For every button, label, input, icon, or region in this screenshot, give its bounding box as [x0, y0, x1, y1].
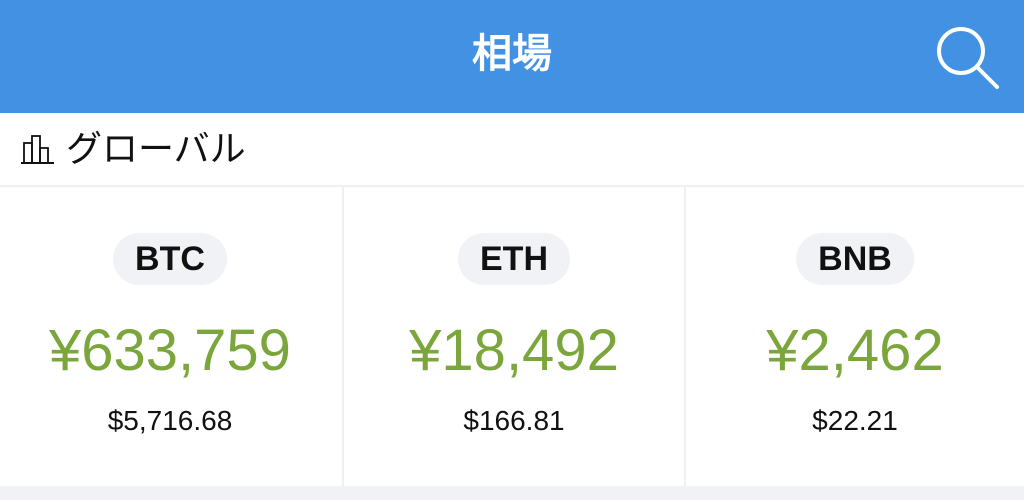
ticker-jpy-price: ¥633,759 [49, 318, 291, 383]
ticker-symbol: BTC [113, 233, 227, 285]
search-button[interactable] [928, 20, 1008, 94]
ticker-card-btc[interactable]: BTC ¥633,759 $5,716.68 [0, 187, 340, 486]
ticker-symbol: ETH [458, 233, 570, 285]
search-icon [937, 27, 999, 89]
bottom-divider [0, 486, 1024, 500]
market-section-header[interactable]: グローバル [0, 113, 1024, 187]
ticker-jpy-price: ¥2,462 [766, 318, 944, 383]
ticker-jpy-price: ¥18,492 [409, 318, 619, 383]
bar-chart-icon [20, 133, 56, 167]
market-screen: 相場 グローバル BTC ¥633,759 $5,716.68 ETH ¥18,… [0, 0, 1024, 500]
ticker-usd-price: $22.21 [812, 405, 898, 436]
page-title: 相場 [472, 31, 552, 77]
ticker-usd-price: $5,716.68 [107, 405, 233, 436]
app-header: 相場 [0, 0, 1024, 113]
ticker-card-eth[interactable]: ETH ¥18,492 $166.81 [342, 187, 684, 486]
section-label: グローバル [66, 129, 246, 170]
ticker-card-bnb[interactable]: BNB ¥2,462 $22.21 [684, 187, 1024, 486]
ticker-usd-price: $166.81 [463, 405, 565, 436]
ticker-symbol: BNB [796, 233, 914, 285]
ticker-cards: BTC ¥633,759 $5,716.68 ETH ¥18,492 $166.… [0, 187, 1024, 486]
